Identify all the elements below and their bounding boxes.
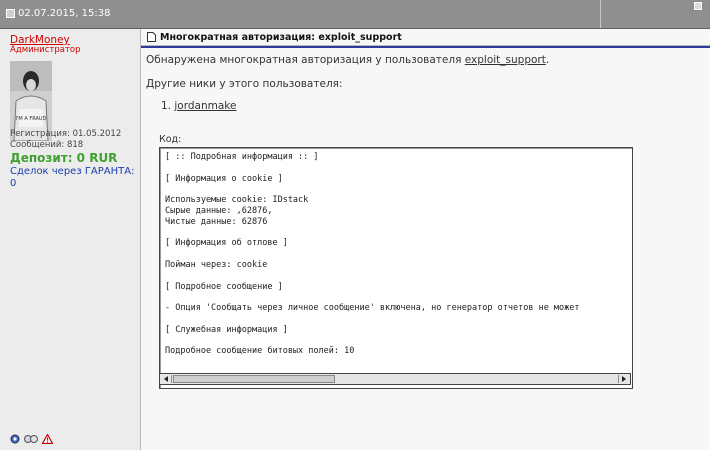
code-line: Пойман через: cookie bbox=[165, 259, 268, 270]
header-divider bbox=[600, 0, 601, 28]
nick-number: 1. bbox=[161, 100, 172, 112]
online-status-icon[interactable] bbox=[10, 434, 20, 444]
message-suffix: . bbox=[545, 54, 550, 66]
code-line: [ Информация о cookie ] bbox=[165, 173, 283, 184]
code-line: Используемые cookie: IDstack bbox=[165, 195, 309, 206]
code-line: - Опция 'Сообщать через личное сообщение… bbox=[165, 303, 580, 314]
code-horizontal-scrollbar[interactable] bbox=[159, 373, 631, 385]
chevron-right-icon bbox=[622, 376, 626, 382]
post-icon bbox=[6, 9, 15, 18]
post-title-row: Многократная авторизация: exploit_suppor… bbox=[141, 29, 710, 46]
code-line: [ :: Подробная информация :: ] bbox=[165, 152, 319, 162]
user-registration-date: Регистрация: 01.05.2012 bbox=[10, 129, 122, 139]
report-warning-icon[interactable] bbox=[42, 434, 53, 444]
post-date: 02.07.2015, 15:38 bbox=[6, 8, 110, 19]
user-action-icons bbox=[10, 434, 53, 444]
message-user-link[interactable]: exploit_support bbox=[465, 54, 546, 66]
code-line: [ Подробное сообщение ] bbox=[165, 281, 283, 292]
chevron-left-icon bbox=[164, 376, 168, 382]
post-date-text: 02.07.2015, 15:38 bbox=[18, 8, 111, 19]
other-nicks-label: Другие ники у этого пользователя: bbox=[146, 78, 343, 90]
document-icon bbox=[147, 32, 156, 42]
user-role: Администратор bbox=[10, 45, 81, 55]
user-guarantor-deals: Сделок через ГАРАНТА: 0 bbox=[10, 166, 135, 189]
scrollbar-thumb[interactable] bbox=[173, 375, 335, 383]
code-block[interactable]: [ :: Подробная информация :: ] [ Информа… bbox=[159, 147, 633, 389]
post-link-icon[interactable] bbox=[694, 2, 702, 10]
list-item: 1. jordanmake bbox=[161, 100, 236, 112]
code-line: [ Информация об отлове ] bbox=[165, 238, 288, 249]
code-line: Чистые данные: 62876 bbox=[165, 216, 268, 227]
code-label: Код: bbox=[159, 134, 182, 145]
code-content[interactable]: [ :: Подробная информация :: ] [ Информа… bbox=[160, 148, 632, 357]
user-info-panel: DarkMoney Администратор I'M A FRAUD Реги… bbox=[0, 29, 141, 450]
nick-link[interactable]: jordanmake bbox=[174, 100, 236, 112]
post-title: Многократная авторизация: exploit_suppor… bbox=[160, 31, 402, 43]
code-line: [ Служебная информация ] bbox=[165, 324, 288, 335]
post-content-panel: Многократная авторизация: exploit_suppor… bbox=[141, 29, 710, 450]
user-message-count: Сообщений: 818 bbox=[10, 140, 84, 150]
message-prefix: Обнаружена многократная авторизация у по… bbox=[146, 54, 462, 66]
post-title-underline bbox=[141, 46, 710, 48]
user-deposit: Депозит: 0 RUR bbox=[10, 151, 118, 165]
reputation-icon[interactable] bbox=[24, 434, 38, 444]
scroll-right-button[interactable] bbox=[618, 375, 629, 383]
scroll-left-button[interactable] bbox=[161, 375, 172, 383]
code-line: Подробное сообщение битовых полей: 10 bbox=[165, 346, 355, 357]
code-line: Сырые данные: ,62876, bbox=[165, 205, 273, 216]
post-header-bar: 02.07.2015, 15:38 bbox=[0, 0, 710, 29]
avatar-text: I'M A FRAUD bbox=[16, 116, 47, 122]
post-message: Обнаружена многократная авторизация у по… bbox=[146, 54, 549, 66]
